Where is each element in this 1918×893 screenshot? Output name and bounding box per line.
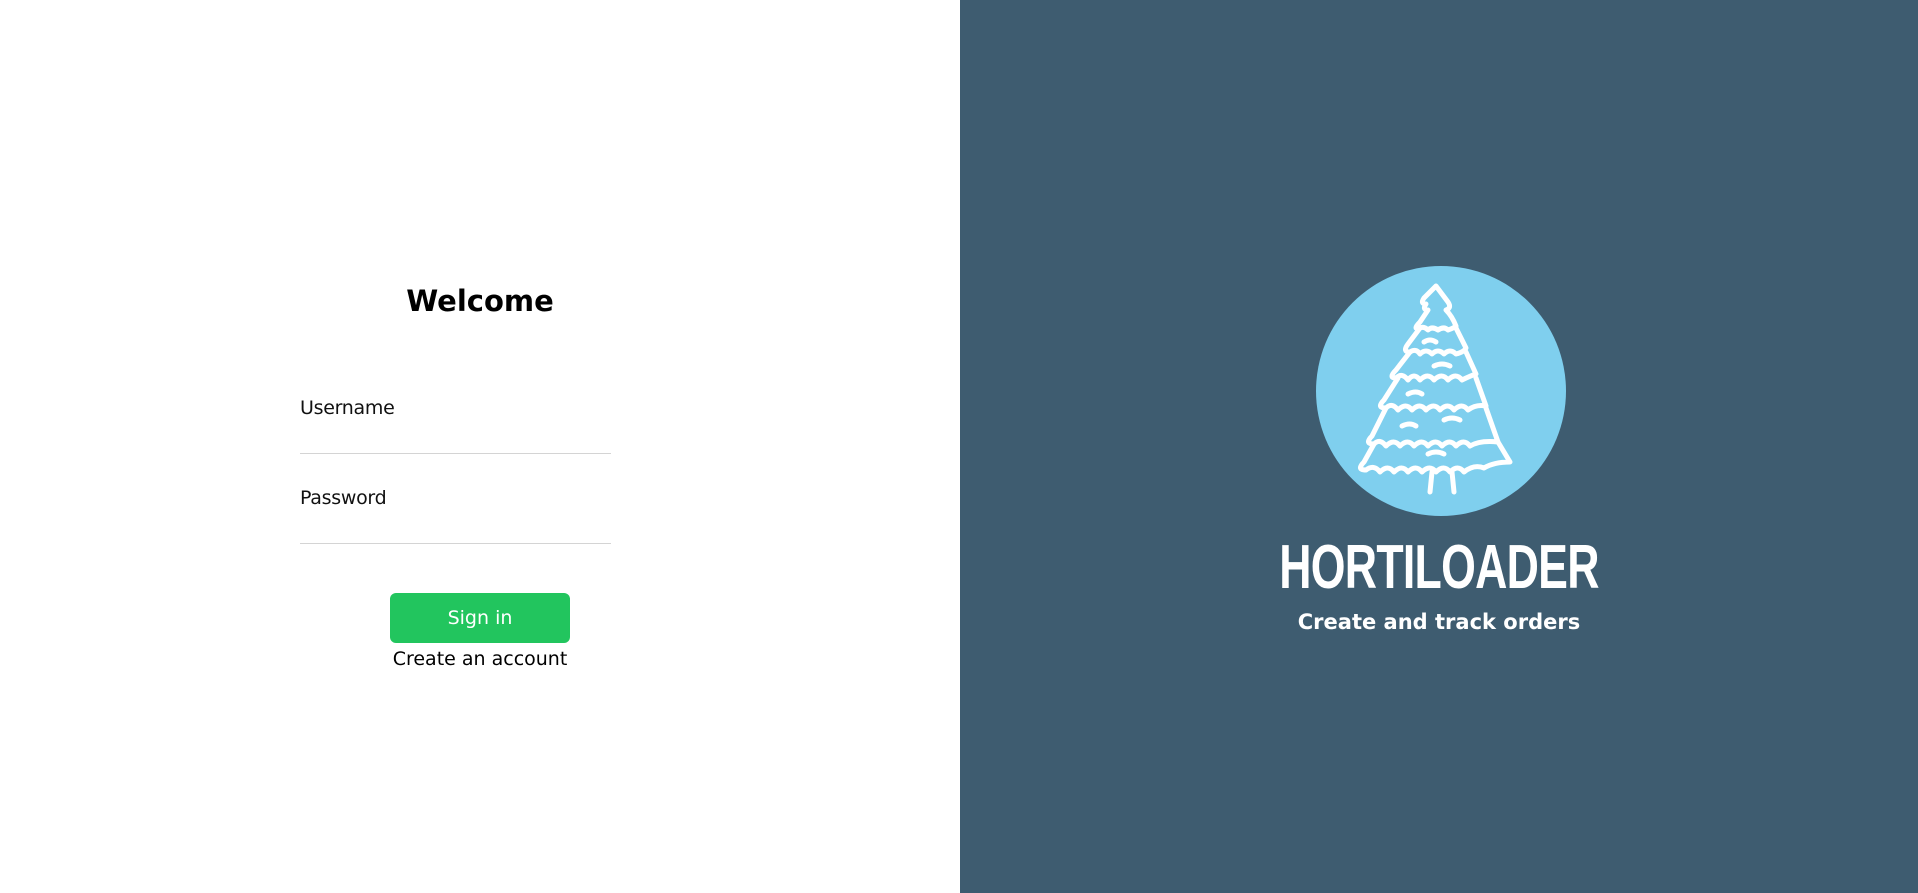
brand-name: HORTILOADER bbox=[1279, 533, 1599, 602]
login-panel: Welcome Username Password Sign in Create… bbox=[0, 0, 960, 893]
sign-in-button[interactable]: Sign in bbox=[390, 593, 570, 643]
password-field-group: Password bbox=[300, 487, 611, 544]
brand-tagline: Create and track orders bbox=[1297, 610, 1581, 634]
username-label: Username bbox=[300, 397, 395, 419]
create-account-link[interactable]: Create an account bbox=[0, 648, 960, 670]
password-input[interactable] bbox=[300, 513, 611, 544]
pine-tree-icon bbox=[1358, 283, 1513, 495]
login-page: Welcome Username Password Sign in Create… bbox=[0, 0, 1918, 893]
password-label: Password bbox=[300, 487, 387, 509]
logo bbox=[1316, 266, 1566, 516]
username-input[interactable] bbox=[300, 423, 611, 454]
brand-panel: HORTILOADER Create and track orders bbox=[960, 0, 1918, 893]
page-title: Welcome bbox=[406, 284, 554, 318]
username-field-group: Username bbox=[300, 397, 611, 454]
